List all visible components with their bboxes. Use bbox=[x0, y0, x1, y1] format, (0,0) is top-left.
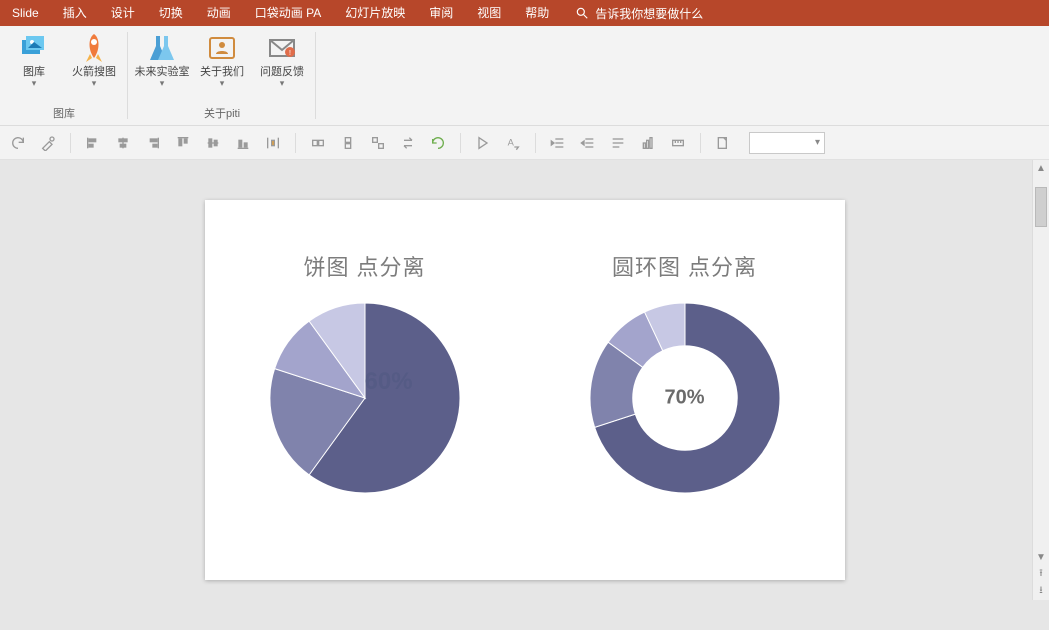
tab-help[interactable]: 帮助 bbox=[513, 0, 561, 26]
align-center-h-icon[interactable] bbox=[113, 133, 133, 153]
equal-size-icon[interactable] bbox=[368, 133, 388, 153]
donut-chart-pane: 圆环图 点分离 70% bbox=[525, 200, 845, 580]
animation-pane-icon[interactable] bbox=[473, 133, 493, 153]
scroll-thumb[interactable] bbox=[1035, 187, 1047, 227]
mail-icon: ! bbox=[266, 32, 298, 64]
donut-chart[interactable]: 70% bbox=[585, 298, 785, 498]
pie-chart[interactable]: 60% bbox=[265, 298, 465, 498]
donut-center-label: 70% bbox=[664, 387, 704, 410]
scroll-down-icon[interactable]: ▼ bbox=[1033, 549, 1049, 566]
svg-text:A: A bbox=[508, 137, 515, 147]
donut-chart-title: 圆环图 点分离 bbox=[612, 250, 757, 282]
chevron-down-icon: ▾ bbox=[32, 79, 37, 87]
ribbon-body: 图库 ▾ 火箭搜图 ▾ 图库 未来实验室 ▾ bbox=[0, 26, 1049, 126]
slide-canvas[interactable]: 饼图 点分离 60% 圆环图 点分离 70% bbox=[205, 200, 845, 580]
ribbon-group-label: 图库 bbox=[53, 101, 75, 121]
tab-transitions[interactable]: 切换 bbox=[147, 0, 195, 26]
align-right-icon[interactable] bbox=[143, 133, 163, 153]
tell-me-search[interactable]: 告诉我你想要做什么 bbox=[575, 5, 703, 22]
align-left-icon[interactable] bbox=[83, 133, 103, 153]
distribute-h-icon[interactable] bbox=[263, 133, 283, 153]
swap-icon[interactable] bbox=[398, 133, 418, 153]
rocket-search-button[interactable]: 火箭搜图 ▾ bbox=[68, 32, 120, 87]
ribbon-group-label: 关于piti bbox=[204, 101, 240, 121]
decrease-indent-icon[interactable] bbox=[578, 133, 598, 153]
new-slide-icon[interactable] bbox=[713, 133, 733, 153]
ribbon-group-about: 未来实验室 ▾ 关于我们 ▾ ! 问题反馈 ▾ 关于piti bbox=[128, 26, 316, 125]
tab-view[interactable]: 视图 bbox=[465, 0, 513, 26]
gallery-button[interactable]: 图库 ▾ bbox=[8, 32, 60, 87]
vertical-scrollbar[interactable]: ▲ ▼ ⭱ ⭳ bbox=[1032, 160, 1049, 600]
size-combo[interactable]: ▾ bbox=[749, 132, 825, 154]
eyedropper-icon[interactable] bbox=[38, 133, 58, 153]
ribbon-tabs: Slide 插入 设计 切换 动画 口袋动画 PA 幻灯片放映 审阅 视图 帮助… bbox=[0, 0, 1049, 26]
scroll-up-icon[interactable]: ▲ bbox=[1033, 160, 1049, 177]
prev-slide-icon[interactable]: ⭱ bbox=[1033, 566, 1049, 583]
chart-icon[interactable] bbox=[638, 133, 658, 153]
about-us-button[interactable]: 关于我们 ▾ bbox=[196, 32, 248, 87]
quick-access-toolbar: A ▾ bbox=[0, 126, 1049, 160]
id-card-icon bbox=[206, 32, 238, 64]
tab-slideshow[interactable]: 幻灯片放映 bbox=[333, 0, 417, 26]
refresh-icon[interactable] bbox=[8, 133, 28, 153]
image-stack-icon bbox=[18, 32, 50, 64]
flask-icon bbox=[146, 32, 178, 64]
tab-review[interactable]: 审阅 bbox=[417, 0, 465, 26]
search-icon bbox=[575, 6, 589, 20]
feedback-button[interactable]: ! 问题反馈 ▾ bbox=[256, 32, 308, 87]
rotate-icon[interactable] bbox=[428, 133, 448, 153]
align-middle-icon[interactable] bbox=[203, 133, 223, 153]
tell-me-placeholder: 告诉我你想要做什么 bbox=[595, 5, 703, 22]
equal-height-icon[interactable] bbox=[338, 133, 358, 153]
align-bottom-icon[interactable] bbox=[233, 133, 253, 153]
equal-width-icon[interactable] bbox=[308, 133, 328, 153]
chevron-down-icon: ▾ bbox=[280, 79, 285, 87]
rocket-icon bbox=[78, 32, 110, 64]
text-direction-icon[interactable]: A bbox=[503, 133, 523, 153]
svg-text:!: ! bbox=[289, 50, 291, 57]
chevron-down-icon: ▾ bbox=[220, 79, 225, 87]
chevron-down-icon: ▾ bbox=[160, 79, 165, 87]
pie-chart-title: 饼图 点分离 bbox=[303, 250, 425, 282]
ruler-icon[interactable] bbox=[668, 133, 688, 153]
tab-animations[interactable]: 动画 bbox=[195, 0, 243, 26]
scroll-track[interactable] bbox=[1035, 177, 1047, 549]
slide-workspace: 饼图 点分离 60% 圆环图 点分离 70% bbox=[0, 160, 1049, 630]
tab-design[interactable]: 设计 bbox=[99, 0, 147, 26]
align-top-icon[interactable] bbox=[173, 133, 193, 153]
tab-slide[interactable]: Slide bbox=[0, 0, 51, 26]
ribbon-group-gallery: 图库 ▾ 火箭搜图 ▾ 图库 bbox=[0, 26, 128, 125]
chevron-down-icon: ▾ bbox=[92, 79, 97, 87]
future-lab-button[interactable]: 未来实验室 ▾ bbox=[136, 32, 188, 87]
tab-pa[interactable]: 口袋动画 PA bbox=[243, 0, 333, 26]
paragraph-icon[interactable] bbox=[608, 133, 628, 153]
increase-indent-icon[interactable] bbox=[548, 133, 568, 153]
pie-chart-pane: 饼图 点分离 60% bbox=[205, 200, 525, 580]
next-slide-icon[interactable]: ⭳ bbox=[1033, 583, 1049, 600]
tab-insert[interactable]: 插入 bbox=[51, 0, 99, 26]
pie-center-label: 60% bbox=[365, 368, 413, 396]
